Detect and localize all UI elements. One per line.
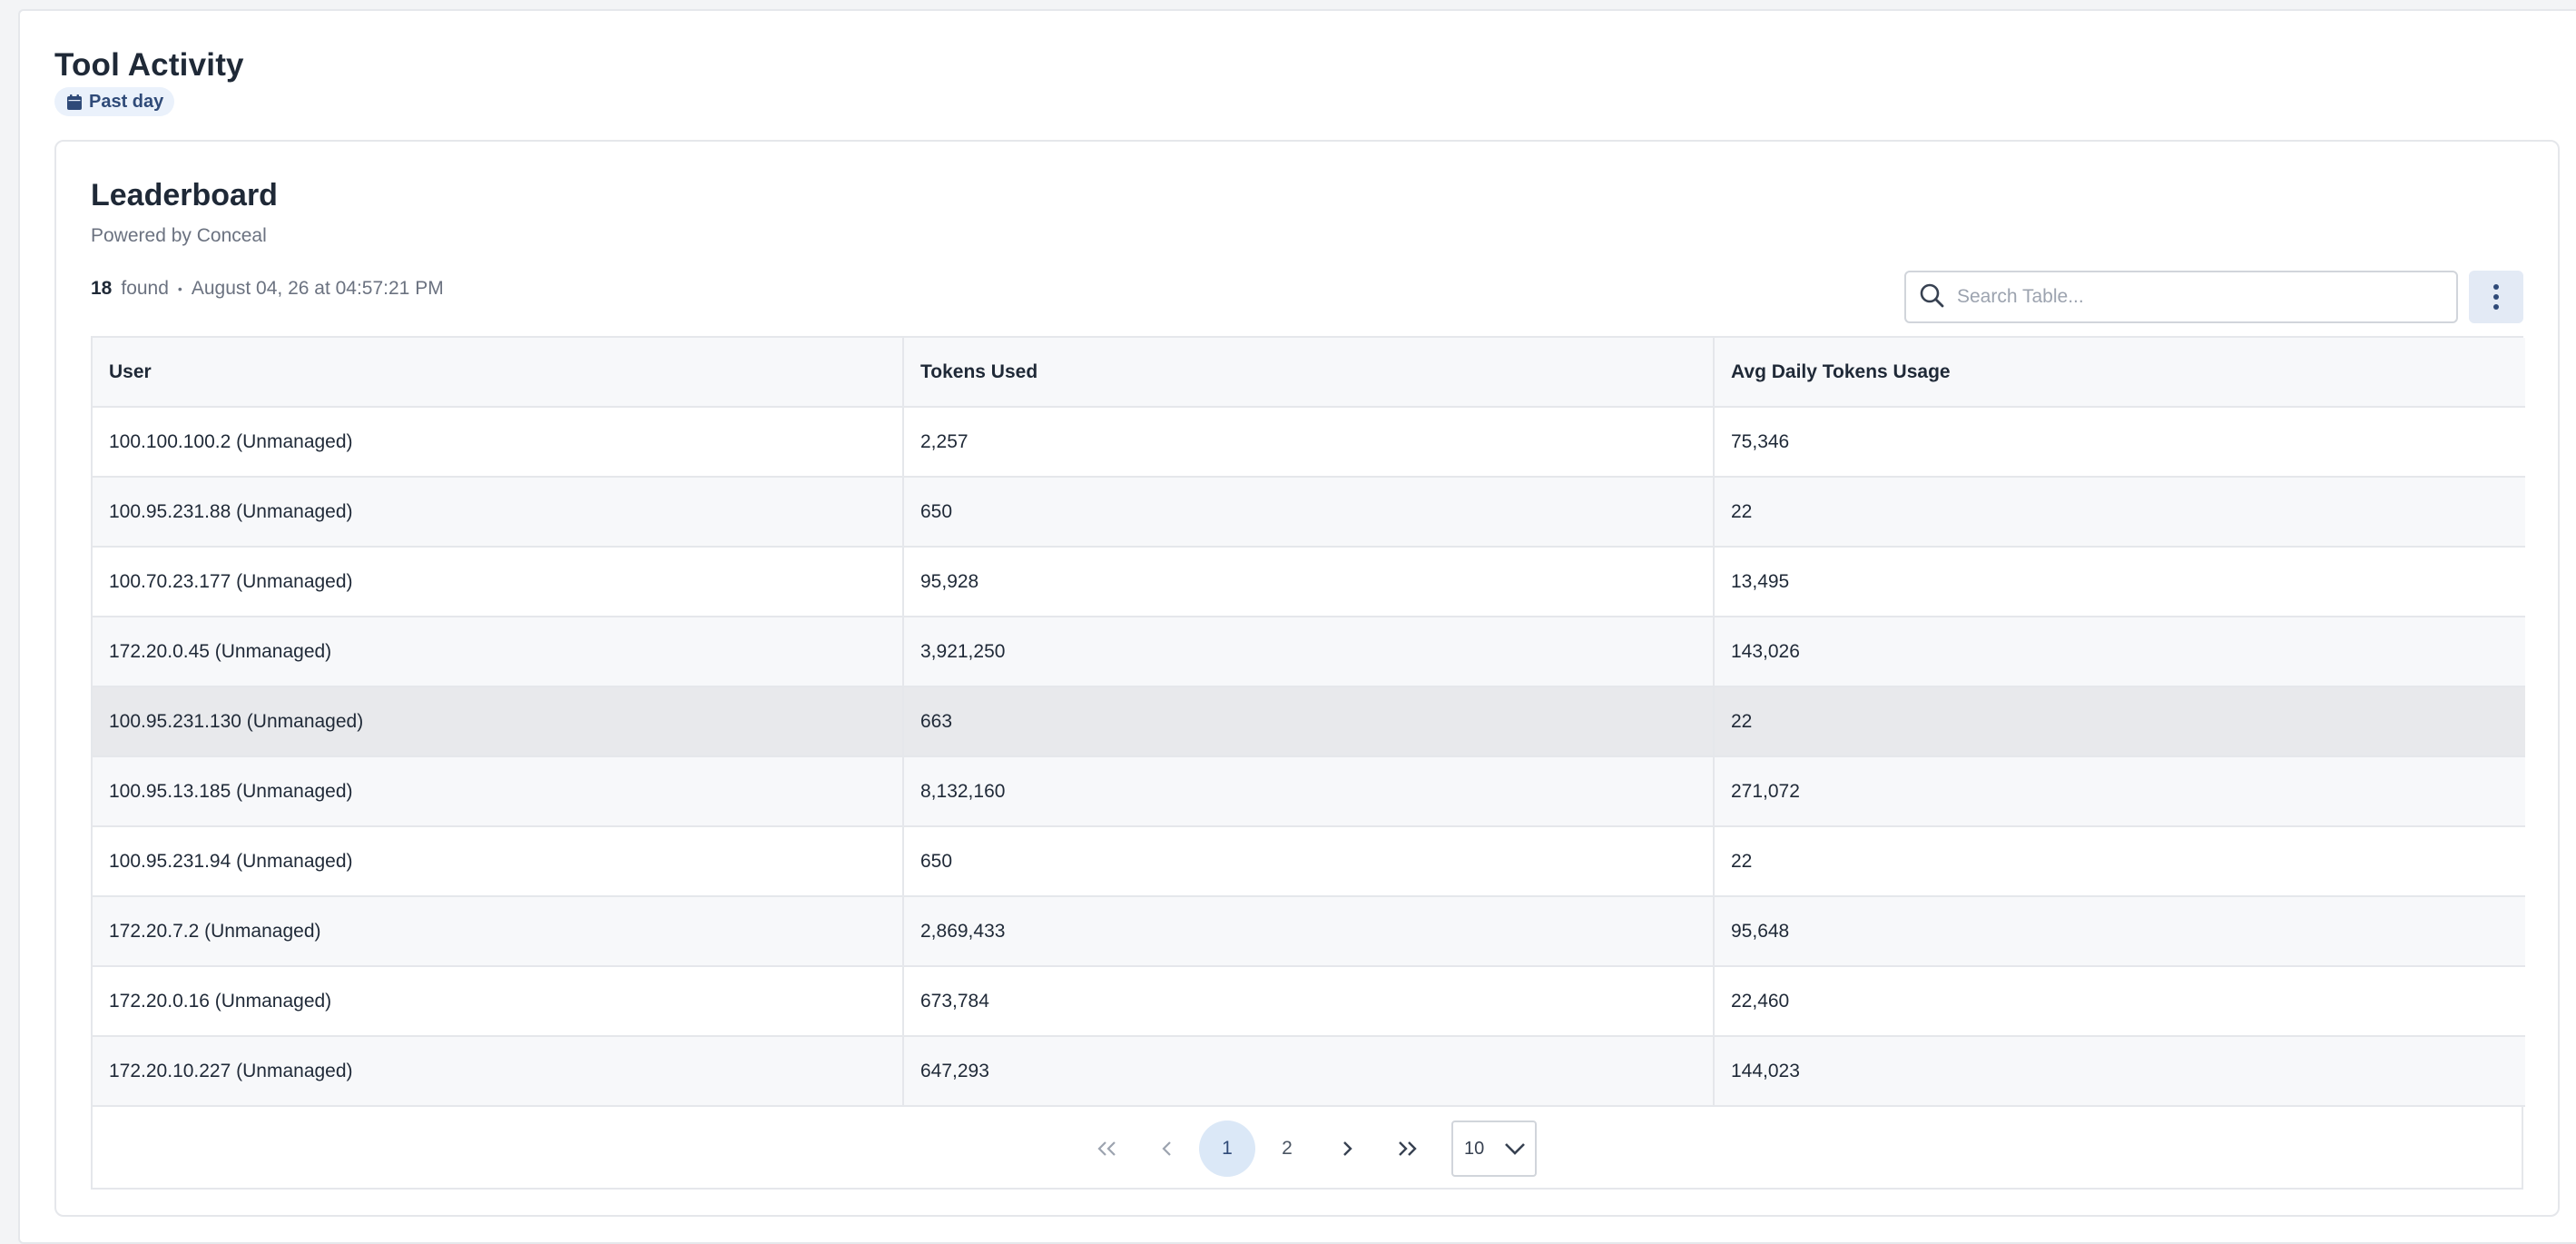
cell-user: 172.20.0.16 (Unmanaged) [93,966,904,1037]
column-header-tokens-used[interactable]: Tokens Used [903,338,1715,408]
table-row[interactable]: 172.20.0.16 (Unmanaged) 673,784 22,460 [93,966,2525,1037]
leaderboard-table: User Tokens Used Avg Daily Tokens Usage … [93,338,2525,1107]
table-menu-button[interactable] [2469,271,2523,323]
leaderboard-card: Leaderboard Powered by Conceal 18 found … [54,140,2560,1217]
table-row[interactable]: 100.95.231.94 (Unmanaged) 650 22 [93,826,2525,897]
table-row[interactable]: 100.70.23.177 (Unmanaged) 95,928 13,495 [93,547,2525,617]
page-button-2[interactable]: 2 [1259,1121,1315,1177]
page-size-value: 10 [1464,1138,1485,1159]
cell-user: 100.95.231.88 (Unmanaged) [93,477,904,548]
kebab-dot [2493,304,2499,310]
table-row[interactable]: 172.20.0.45 (Unmanaged) 3,921,250 143,026 [93,617,2525,687]
calendar-icon [67,94,82,110]
cell-tokens-used: 2,869,433 [903,896,1715,967]
cell-user: 100.95.231.130 (Unmanaged) [93,686,904,757]
page-container: Tool Activity Past day Leaderboard Power… [18,9,2576,1244]
cell-user: 172.20.0.45 (Unmanaged) [93,617,904,687]
prev-page-button[interactable] [1139,1121,1195,1177]
cell-tokens-used: 95,928 [903,547,1715,617]
first-page-button[interactable] [1079,1121,1136,1177]
leaderboard-table-container: User Tokens Used Avg Daily Tokens Usage … [91,336,2525,1190]
table-row[interactable]: 172.20.7.2 (Unmanaged) 2,869,433 95,648 [93,896,2525,967]
cell-avg-daily-tokens: 95,648 [1714,896,2525,967]
time-range-badge[interactable]: Past day [54,87,175,116]
chevron-left-icon [1162,1141,1171,1156]
table-row[interactable]: 100.100.100.2 (Unmanaged) 2,257 75,346 [93,407,2525,478]
cell-avg-daily-tokens: 13,495 [1714,547,2525,617]
cell-tokens-used: 2,257 [903,407,1715,478]
time-range-label: Past day [89,91,164,112]
kebab-dot [2493,284,2499,290]
kebab-dot [2493,294,2499,300]
chevron-right-icon [1343,1141,1352,1156]
cell-tokens-used: 647,293 [903,1036,1715,1107]
table-header-row: User Tokens Used Avg Daily Tokens Usage [93,338,2525,408]
page-button-1[interactable]: 1 [1199,1121,1255,1177]
cell-tokens-used: 650 [903,477,1715,548]
search-icon [1919,282,1944,312]
search-box[interactable] [1904,271,2458,323]
cell-user: 172.20.7.2 (Unmanaged) [93,896,904,967]
page-size-select[interactable]: 10 [1451,1121,1537,1177]
cell-user: 100.95.13.185 (Unmanaged) [93,756,904,827]
cell-tokens-used: 8,132,160 [903,756,1715,827]
cell-avg-daily-tokens: 22 [1714,477,2525,548]
table-row[interactable]: 172.20.10.227 (Unmanaged) 647,293 144,023 [93,1036,2525,1107]
meta-separator: • [177,281,182,296]
column-header-avg-daily-tokens[interactable]: Avg Daily Tokens Usage [1714,338,2525,408]
cell-tokens-used: 3,921,250 [903,617,1715,687]
cell-tokens-used: 673,784 [903,966,1715,1037]
last-page-button[interactable] [1379,1121,1435,1177]
double-chevron-right-icon [1399,1141,1417,1156]
cell-tokens-used: 650 [903,826,1715,897]
cell-user: 100.100.100.2 (Unmanaged) [93,407,904,478]
column-header-user[interactable]: User [93,338,904,408]
cell-tokens-used: 663 [903,686,1715,757]
table-row[interactable]: 100.95.231.130 (Unmanaged) 663 22 [93,686,2525,757]
chevron-down-icon [1505,1143,1525,1155]
results-found-label: found [121,278,169,299]
results-timestamp: August 04, 26 at 04:57:21 PM [191,278,444,299]
cell-user: 100.95.231.94 (Unmanaged) [93,826,904,897]
search-input[interactable] [1957,286,2429,308]
table-row[interactable]: 100.95.13.185 (Unmanaged) 8,132,160 271,07… [93,756,2525,827]
cell-avg-daily-tokens: 144,023 [1714,1036,2525,1107]
leaderboard-title: Leaderboard [91,178,278,212]
page-title: Tool Activity [54,47,244,83]
results-meta: 18 found • August 04, 26 at 04:57:21 PM [91,278,444,300]
cell-avg-daily-tokens: 75,346 [1714,407,2525,478]
cell-avg-daily-tokens: 22,460 [1714,966,2525,1037]
next-page-button[interactable] [1319,1121,1375,1177]
cell-user: 172.20.10.227 (Unmanaged) [93,1036,904,1107]
pagination: 1 2 10 [93,1108,2522,1190]
table-row[interactable]: 100.95.231.88 (Unmanaged) 650 22 [93,477,2525,548]
cell-avg-daily-tokens: 22 [1714,686,2525,757]
leaderboard-subtitle: Powered by Conceal [91,225,267,246]
double-chevron-left-icon [1097,1141,1116,1156]
results-count: 18 [91,278,113,299]
cell-user: 100.70.23.177 (Unmanaged) [93,547,904,617]
cell-avg-daily-tokens: 143,026 [1714,617,2525,687]
cell-avg-daily-tokens: 22 [1714,826,2525,897]
cell-avg-daily-tokens: 271,072 [1714,756,2525,827]
